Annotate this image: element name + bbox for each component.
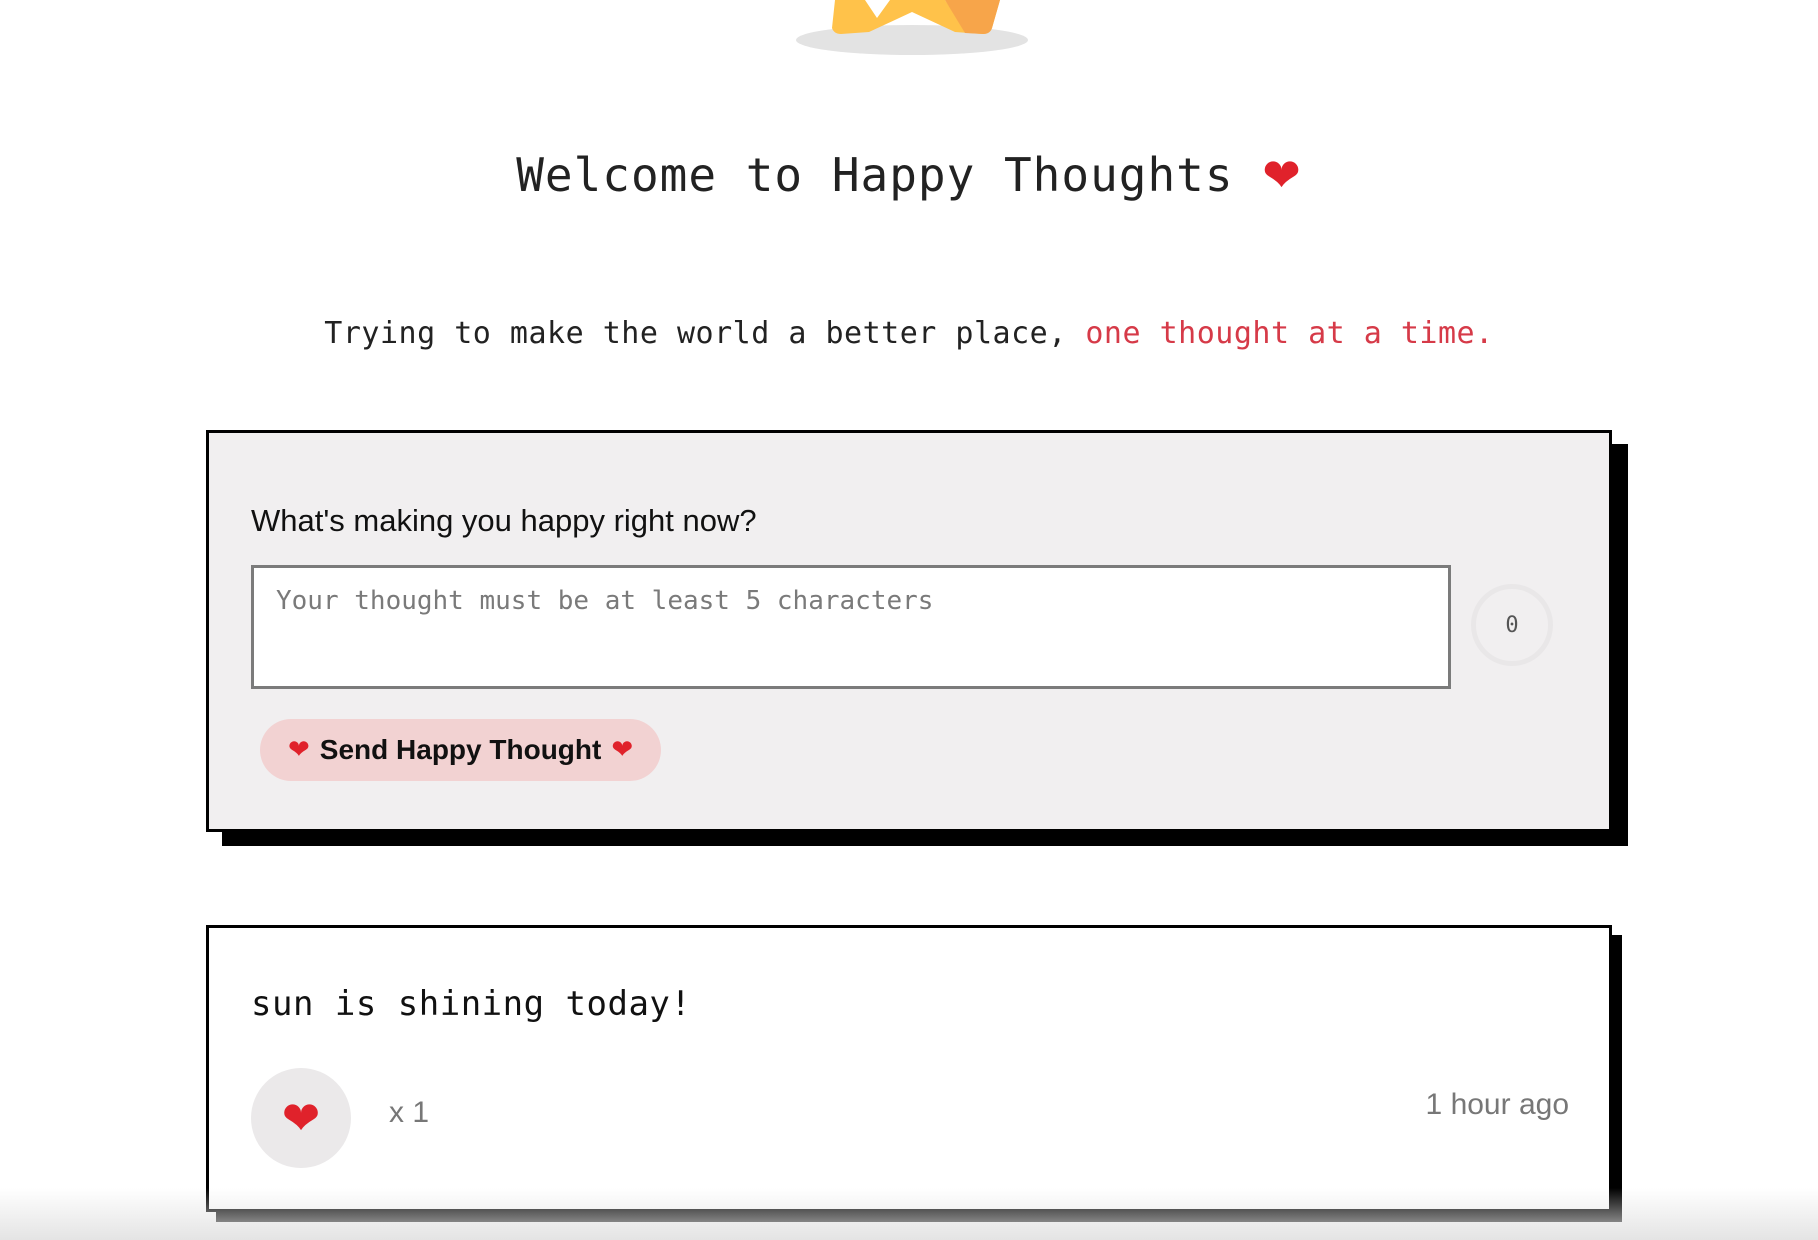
thought-message: sun is shining today! (251, 984, 692, 1024)
page-title-text: Welcome to Happy Thoughts (516, 148, 1234, 202)
heart-icon: ❤ (611, 735, 634, 765)
send-happy-thought-button[interactable]: ❤ Send Happy Thought ❤ (260, 719, 662, 781)
like-button[interactable]: ❤ (251, 1068, 351, 1168)
tagline-text: Trying to make the world a better place, (324, 316, 1086, 351)
heart-icon: ❤ (1262, 148, 1302, 202)
send-button-label: Send Happy Thought (319, 734, 602, 765)
character-counter: 0 (1471, 584, 1553, 666)
tagline-accent: one thought at a time. (1085, 316, 1494, 351)
thought-card: sun is shining today! ❤ x 1 1 hour ago (206, 925, 1612, 1212)
tagline: Trying to make the world a better place,… (0, 316, 1818, 351)
form-question: What's making you happy right now? (251, 503, 757, 538)
heart-icon: ❤ (288, 735, 310, 765)
heart-icon: ❤ (281, 1091, 321, 1145)
page-title: Welcome to Happy Thoughts ❤ (0, 148, 1818, 202)
thought-input[interactable] (251, 565, 1451, 689)
star-logo-icon (796, 0, 1028, 55)
like-count: x 1 (389, 1096, 430, 1129)
thought-timestamp: 1 hour ago (1425, 1088, 1569, 1121)
thought-form-card: What's making you happy right now? 0 ❤ S… (206, 430, 1612, 832)
